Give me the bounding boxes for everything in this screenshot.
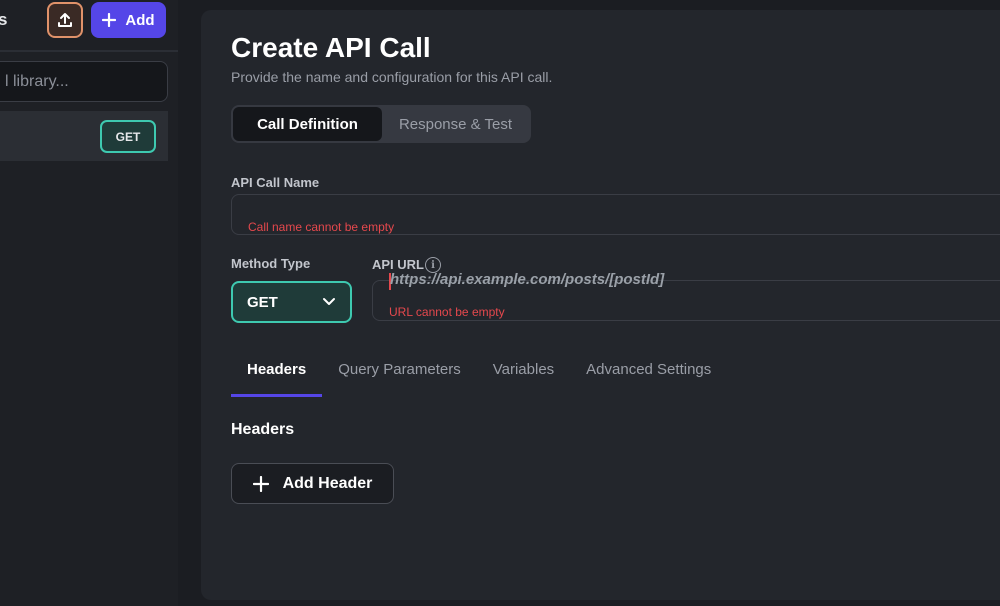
tab-headers[interactable]: Headers [231, 356, 323, 397]
definition-segmented-control: Call Definition Response & Test [231, 105, 531, 143]
tab-response-test[interactable]: Response & Test [382, 107, 529, 141]
library-search-input[interactable]: l library... [0, 61, 168, 102]
method-type-label: Method Type [231, 256, 311, 271]
method-badge: GET [100, 120, 156, 153]
api-url-error: URL cannot be empty [389, 305, 505, 319]
tab-variables[interactable]: Variables [477, 356, 570, 397]
add-button-label: Add [125, 11, 155, 29]
plus-icon [102, 13, 117, 27]
call-name-label: API Call Name [231, 175, 320, 190]
upload-icon [58, 13, 72, 27]
headers-section-heading: Headers [231, 421, 295, 438]
add-header-label: Add Header [282, 474, 373, 492]
api-url-value: https://api.example.com/posts/[postId] [390, 271, 665, 288]
add-header-button[interactable]: Add Header [231, 463, 394, 504]
create-api-call-panel: Create API Call Provide the name and con… [201, 10, 1000, 600]
plus-icon [252, 475, 269, 492]
page-subtitle: Provide the name and configuration for t… [231, 69, 553, 85]
add-api-call-button[interactable]: Add [91, 2, 166, 38]
search-placeholder: l library... [5, 72, 69, 90]
config-tabs: Headers Query Parameters Variables Advan… [231, 356, 727, 397]
call-name-error: Call name cannot be empty [248, 220, 395, 234]
library-list-item[interactable]: GET [0, 111, 168, 161]
api-url-label: API URL [372, 257, 424, 272]
tab-call-definition[interactable]: Call Definition [233, 107, 382, 141]
api-library-sidebar: s Add l library... GET [0, 0, 178, 606]
tab-query-parameters[interactable]: Query Parameters [322, 356, 477, 397]
method-type-select[interactable]: GET [231, 281, 352, 323]
sidebar-header: s Add [0, 0, 178, 52]
sidebar-title: s [0, 10, 8, 29]
page-title: Create API Call [231, 32, 431, 63]
upload-button[interactable] [47, 2, 83, 38]
chevron-down-icon [323, 298, 335, 305]
method-selected-value: GET [247, 293, 278, 311]
tab-advanced-settings[interactable]: Advanced Settings [570, 356, 727, 397]
